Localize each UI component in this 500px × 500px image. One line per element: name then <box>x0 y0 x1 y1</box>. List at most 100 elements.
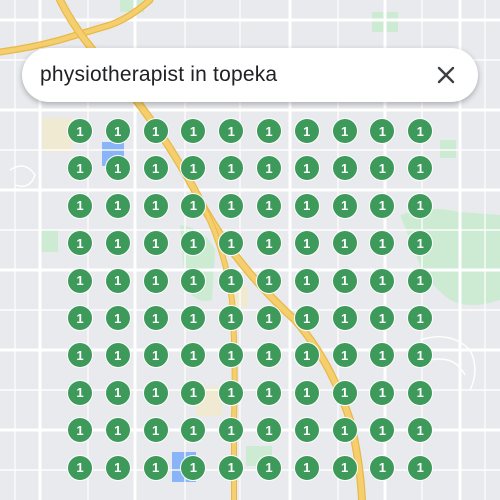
map-pin[interactable]: 1 <box>104 379 131 406</box>
map-pin[interactable]: 1 <box>293 417 320 444</box>
clear-search-button[interactable] <box>428 57 464 93</box>
map-pin[interactable]: 1 <box>104 305 131 331</box>
map-pin[interactable]: 1 <box>104 417 131 444</box>
map-pin[interactable]: 1 <box>369 305 396 331</box>
map-pin[interactable]: 1 <box>180 155 207 182</box>
map-pin[interactable]: 1 <box>67 305 93 331</box>
map-pin[interactable]: 1 <box>104 454 131 481</box>
map-pin[interactable]: 1 <box>369 379 396 406</box>
map-pin[interactable]: 1 <box>369 192 396 219</box>
map-pin[interactable]: 1 <box>331 230 358 257</box>
map-pin[interactable]: 1 <box>407 454 434 481</box>
map-pin[interactable]: 1 <box>218 192 245 219</box>
map-pin[interactable]: 1 <box>67 379 93 406</box>
map-pin[interactable]: 1 <box>293 379 320 406</box>
map-pin[interactable]: 1 <box>218 454 245 481</box>
map-pin[interactable]: 1 <box>67 267 93 294</box>
search-bar[interactable]: physiotherapist in topeka <box>22 48 478 102</box>
map-pin[interactable]: 1 <box>180 342 207 369</box>
map-pin[interactable]: 1 <box>293 230 320 257</box>
map-pin[interactable]: 1 <box>256 454 282 481</box>
map-pin[interactable]: 1 <box>407 267 434 294</box>
map-pin[interactable]: 1 <box>293 267 320 294</box>
map-pin[interactable]: 1 <box>67 192 93 219</box>
map-pin[interactable]: 1 <box>142 342 169 369</box>
map-pin[interactable]: 1 <box>369 118 396 144</box>
map-pin[interactable]: 1 <box>67 230 93 257</box>
map-pin[interactable]: 1 <box>331 342 358 369</box>
map-pin[interactable]: 1 <box>369 417 396 444</box>
map-pin[interactable]: 1 <box>67 417 93 444</box>
map-pin[interactable]: 1 <box>256 118 282 144</box>
map-pin[interactable]: 1 <box>407 155 434 182</box>
map-pin[interactable]: 1 <box>256 417 282 444</box>
map-pin[interactable]: 1 <box>104 342 131 369</box>
map-pin[interactable]: 1 <box>369 342 396 369</box>
map-pin[interactable]: 1 <box>180 267 207 294</box>
map-pin[interactable]: 1 <box>293 192 320 219</box>
map-pin[interactable]: 1 <box>293 155 320 182</box>
map-pin[interactable]: 1 <box>104 118 131 144</box>
map-pin[interactable]: 1 <box>218 267 245 294</box>
map-pin[interactable]: 1 <box>331 417 358 444</box>
map-pin[interactable]: 1 <box>331 305 358 331</box>
map-pin[interactable]: 1 <box>218 118 245 144</box>
map-pin[interactable]: 1 <box>180 454 207 481</box>
map-pin[interactable]: 1 <box>218 342 245 369</box>
map-pin[interactable]: 1 <box>256 192 282 219</box>
map-pin[interactable]: 1 <box>218 230 245 257</box>
map-pin[interactable]: 1 <box>67 342 93 369</box>
map-pin[interactable]: 1 <box>407 118 434 144</box>
map-pin[interactable]: 1 <box>256 342 282 369</box>
map-pin[interactable]: 1 <box>218 417 245 444</box>
map-pin[interactable]: 1 <box>369 230 396 257</box>
map-pin[interactable]: 1 <box>218 379 245 406</box>
map-pin[interactable]: 1 <box>142 118 169 144</box>
map-pin[interactable]: 1 <box>180 305 207 331</box>
map-pin[interactable]: 1 <box>407 230 434 257</box>
map-pin[interactable]: 1 <box>142 454 169 481</box>
map-pin[interactable]: 1 <box>142 230 169 257</box>
map-pin[interactable]: 1 <box>256 305 282 331</box>
map-pin[interactable]: 1 <box>180 192 207 219</box>
map-pin[interactable]: 1 <box>104 155 131 182</box>
map-pin[interactable]: 1 <box>256 379 282 406</box>
map-pin[interactable]: 1 <box>331 118 358 144</box>
map-pin[interactable]: 1 <box>331 267 358 294</box>
map-pin[interactable]: 1 <box>104 192 131 219</box>
map-pin[interactable]: 1 <box>180 230 207 257</box>
map-pin[interactable]: 1 <box>331 192 358 219</box>
map-pin[interactable]: 1 <box>293 305 320 331</box>
map-pin[interactable]: 1 <box>256 230 282 257</box>
map-pin[interactable]: 1 <box>407 305 434 331</box>
map-pin[interactable]: 1 <box>142 192 169 219</box>
map-pin[interactable]: 1 <box>331 379 358 406</box>
map-pin[interactable]: 1 <box>142 305 169 331</box>
map-pin[interactable]: 1 <box>331 454 358 481</box>
map-pin[interactable]: 1 <box>142 155 169 182</box>
map-pin[interactable]: 1 <box>104 267 131 294</box>
map-pin[interactable]: 1 <box>142 379 169 406</box>
map-pin[interactable]: 1 <box>180 118 207 144</box>
search-input[interactable]: physiotherapist in topeka <box>40 63 428 87</box>
map-pin[interactable]: 1 <box>142 417 169 444</box>
map-pin[interactable]: 1 <box>407 379 434 406</box>
map-pin[interactable]: 1 <box>104 230 131 257</box>
map-pin[interactable]: 1 <box>369 155 396 182</box>
map-pin[interactable]: 1 <box>407 342 434 369</box>
map-pin[interactable]: 1 <box>369 454 396 481</box>
map-pin[interactable]: 1 <box>256 155 282 182</box>
map-pin[interactable]: 1 <box>293 342 320 369</box>
map-pin[interactable]: 1 <box>331 155 358 182</box>
map-pin[interactable]: 1 <box>67 118 93 144</box>
map-pin[interactable]: 1 <box>407 417 434 444</box>
map-pin[interactable]: 1 <box>67 454 93 481</box>
map-pin[interactable]: 1 <box>67 155 93 182</box>
map-pin[interactable]: 1 <box>180 417 207 444</box>
map-pin[interactable]: 1 <box>180 379 207 406</box>
map-pin[interactable]: 1 <box>218 305 245 331</box>
map-pin[interactable]: 1 <box>218 155 245 182</box>
map-pin[interactable]: 1 <box>293 118 320 144</box>
map-pin[interactable]: 1 <box>407 192 434 219</box>
map-pin[interactable]: 1 <box>256 267 282 294</box>
